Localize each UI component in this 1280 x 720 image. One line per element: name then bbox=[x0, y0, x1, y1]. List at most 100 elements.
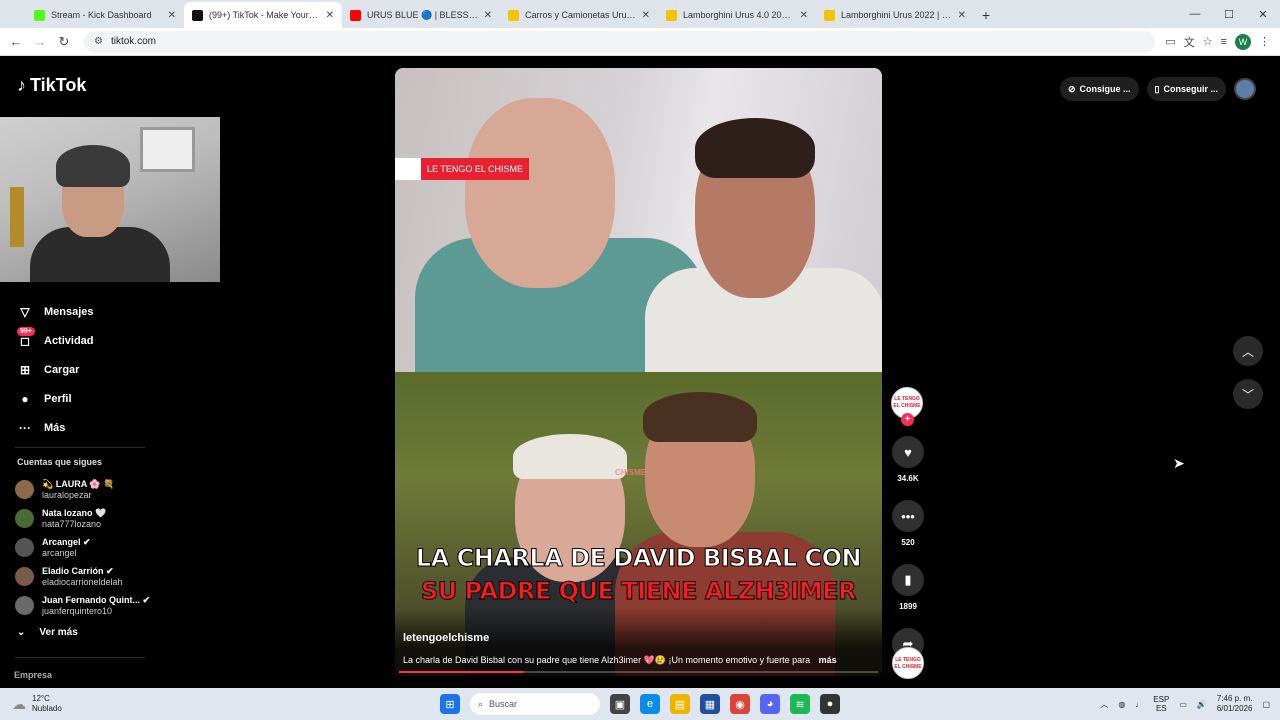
following-handle: arcangel bbox=[42, 547, 77, 558]
profile-avatar[interactable]: W bbox=[1235, 33, 1251, 50]
tab-close-icon[interactable]: ✕ bbox=[800, 10, 808, 21]
following-handle: lauralopezar bbox=[42, 489, 92, 500]
following-item[interactable]: Arcangel ✔ arcangel bbox=[15, 533, 165, 562]
browser-tab[interactable]: URUS BLUE 🔵 | BLESSD ( TRIN ✕ bbox=[342, 2, 500, 28]
avatar bbox=[15, 567, 34, 586]
get-coins-button[interactable]: ⊘ Consigue ... bbox=[1059, 77, 1139, 101]
get-app-button[interactable]: ▯ Conseguir ... bbox=[1146, 77, 1226, 101]
tab-close-icon[interactable]: ✕ bbox=[642, 10, 650, 21]
video-player[interactable]: LE TENGO EL CHISME CHISME LA CHARLA DE D… bbox=[395, 68, 882, 676]
notifications-icon[interactable]: ▢ bbox=[1262, 700, 1270, 709]
tab-title: Lamborghini Urus 2022 | TuCar bbox=[841, 10, 952, 20]
channel-avatar[interactable]: LE TENGO EL CHISME + bbox=[891, 387, 923, 426]
volume-icon[interactable]: 🔊 bbox=[1197, 700, 1207, 709]
menu-dots-icon[interactable]: ⋮ bbox=[1259, 35, 1270, 48]
sidebar-item-más[interactable]: ··· Más bbox=[17, 413, 147, 442]
follow-plus-button[interactable]: + bbox=[901, 413, 914, 426]
forward-icon[interactable]: → bbox=[28, 34, 52, 49]
clock[interactable]: 7:46 p. m. 6/01/2026 bbox=[1217, 694, 1253, 714]
language-indicator[interactable]: ESP ES bbox=[1153, 695, 1169, 713]
maximize-icon[interactable]: ☐ bbox=[1212, 0, 1246, 28]
logo-text: TikTok bbox=[30, 75, 87, 95]
new-tab-button[interactable]: + bbox=[974, 2, 998, 28]
media-icon[interactable]: ≡ bbox=[1221, 36, 1227, 48]
like-button[interactable]: ♥ bbox=[892, 436, 924, 468]
sidebar-item-actividad[interactable]: ◻ Actividad 99+ bbox=[17, 326, 147, 355]
cast-icon[interactable]: ▭ bbox=[1165, 35, 1175, 48]
more-button[interactable]: más bbox=[819, 655, 837, 665]
company-link[interactable]: Empresa bbox=[14, 670, 52, 680]
display-icon[interactable]: ▭ bbox=[1179, 700, 1187, 709]
app-icon[interactable]: ● bbox=[820, 694, 840, 714]
following-item[interactable]: Nata lozano 🤍 nata777lozano bbox=[15, 504, 165, 533]
spotify-icon[interactable]: ≋ bbox=[790, 694, 810, 714]
store-icon[interactable]: ▦ bbox=[700, 694, 720, 714]
file-explorer-icon[interactable]: ▤ bbox=[670, 694, 690, 714]
tab-close-icon[interactable]: ✕ bbox=[958, 10, 966, 21]
avatar bbox=[15, 480, 34, 499]
following-list: 💫 LAURA 🌸 💐 lauralopezar Nata lozano 🤍 nata… bbox=[15, 475, 165, 620]
url-field[interactable]: ⚙ tiktok.com bbox=[84, 30, 1156, 53]
tab-close-icon[interactable]: ✕ bbox=[484, 10, 492, 21]
browser-tab[interactable]: Carros y Camionetas Urus | TuC ✕ bbox=[500, 2, 658, 28]
translate-icon[interactable]: 文 bbox=[1184, 34, 1195, 50]
following-item[interactable]: Eladio Carrión ✔ eladiocarrioneldelah bbox=[15, 562, 165, 591]
previous-video-button[interactable]: ︿ bbox=[1233, 336, 1263, 366]
taskbar-search[interactable]: ⌕ Buscar bbox=[470, 693, 600, 715]
tiktok-logo[interactable]: ♪ TikTok bbox=[17, 75, 86, 96]
save-button[interactable]: ▮ bbox=[892, 564, 924, 596]
browser-tab[interactable]: (99+) TikTok - Make Your Da ✕ bbox=[184, 2, 342, 28]
see-more-button[interactable]: ⌄ Ver más bbox=[17, 627, 78, 638]
weather-widget[interactable]: ☁ 12°C Nublado bbox=[12, 694, 132, 714]
description-text: La charla de David Bisbal con su padre q… bbox=[403, 655, 811, 665]
window-controls: — ☐ ✕ bbox=[1178, 0, 1280, 28]
user-avatar[interactable] bbox=[1234, 78, 1256, 100]
close-window-icon[interactable]: ✕ bbox=[1246, 0, 1280, 28]
avatar bbox=[15, 538, 34, 557]
save-count: 1899 bbox=[899, 602, 917, 611]
tray-chevron-icon[interactable]: ︿ bbox=[1100, 699, 1108, 710]
video-author[interactable]: letengoelchisme bbox=[403, 632, 489, 644]
task-view-icon[interactable]: ▣ bbox=[610, 694, 630, 714]
discord-icon[interactable]: ◕ bbox=[760, 694, 780, 714]
sidebar-item-label: Perfil bbox=[44, 392, 72, 405]
sidebar-item-mensajes[interactable]: ▽ Mensajes bbox=[17, 297, 147, 326]
edge-icon[interactable]: e bbox=[640, 694, 660, 714]
tab-close-icon[interactable]: ✕ bbox=[326, 10, 334, 21]
tiktok-page: ♪ TikTok ▽ Mensajes ◻ Actividad 99+ ⊞ Cargar ● P… bbox=[0, 57, 1280, 688]
following-item[interactable]: 💫 LAURA 🌸 💐 lauralopezar bbox=[15, 475, 165, 504]
temperature: 12°C bbox=[32, 694, 50, 703]
heart-icon: ♥ bbox=[904, 444, 912, 460]
following-handle: eladiocarrioneldelah bbox=[42, 576, 123, 587]
following-item[interactable]: Juan Fernando Quint... ✔ juanferquintero1… bbox=[15, 591, 165, 620]
reload-icon[interactable]: ↻ bbox=[52, 34, 76, 50]
following-handle: juanferquintero10 bbox=[42, 605, 113, 616]
bookmark-star-icon[interactable]: ☆ bbox=[1203, 35, 1213, 48]
minimize-icon[interactable]: — bbox=[1178, 0, 1212, 28]
network-icon[interactable]: ◍ bbox=[1118, 700, 1125, 709]
site-info-icon[interactable]: ⚙ bbox=[94, 36, 103, 47]
following-name: Arcangel ✔ bbox=[42, 536, 91, 547]
tab-favicon-icon bbox=[824, 9, 835, 21]
windows-start-icon[interactable]: ⊞ bbox=[440, 694, 460, 714]
sidebar-item-perfil[interactable]: ● Perfil bbox=[17, 384, 147, 413]
clock-date: 6/01/2026 bbox=[1216, 704, 1253, 713]
video-progress-bar[interactable] bbox=[399, 671, 878, 673]
tab-favicon-icon bbox=[34, 9, 45, 21]
url-text: tiktok.com bbox=[110, 36, 156, 47]
browser-tab[interactable]: Lamborghini Urus 4.0 2026 | Tu ✕ bbox=[658, 2, 816, 28]
browser-tab[interactable]: Stream - Kick Dashboard ✕ bbox=[26, 2, 184, 28]
browser-tab[interactable]: Lamborghini Urus 2022 | TuCar ✕ bbox=[816, 2, 974, 28]
back-icon[interactable]: ← bbox=[4, 34, 28, 49]
comment-button[interactable]: ••• bbox=[892, 500, 924, 532]
sidebar-item-cargar[interactable]: ⊞ Cargar bbox=[17, 355, 147, 384]
top-right-bar: ⊘ Consigue ... ▯ Conseguir ... bbox=[1059, 77, 1256, 101]
mic-icon[interactable]: ♩ bbox=[1135, 700, 1143, 709]
next-video-button[interactable]: ﹀ bbox=[1233, 379, 1263, 409]
video-caption-line1: LA CHARLA DE DAVID BISBAL CON bbox=[415, 544, 862, 573]
tab-title: Carros y Camionetas Urus | TuC bbox=[525, 10, 636, 20]
tab-close-icon[interactable]: ✕ bbox=[168, 10, 176, 21]
chrome-icon[interactable]: ◉ bbox=[730, 694, 750, 714]
music-disc[interactable]: LE TENGO EL CHISME bbox=[892, 647, 924, 679]
coin-icon: ⊘ bbox=[1067, 83, 1076, 94]
